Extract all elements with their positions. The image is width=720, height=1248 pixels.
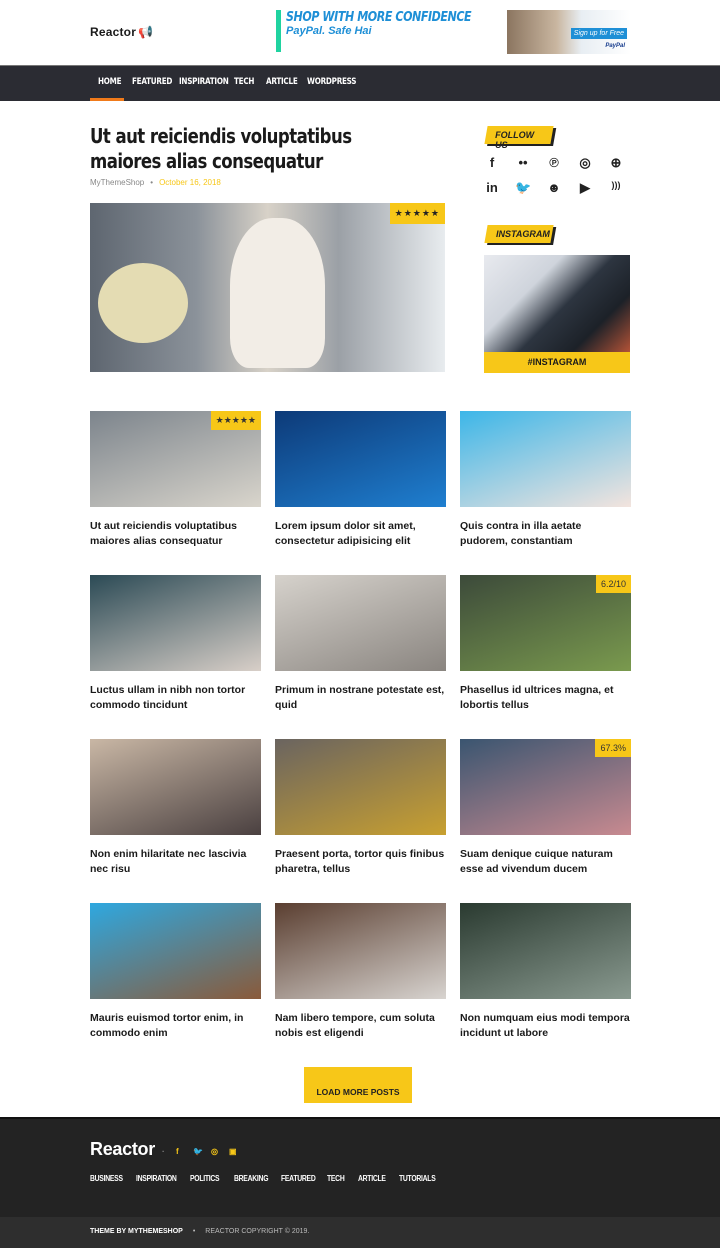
post-meta: MyThemeShop • October 16, 2018 bbox=[90, 178, 221, 187]
instagram-heading: INSTAGRAM bbox=[484, 225, 554, 243]
copyright: REACTOR COPYRIGHT © 2019. bbox=[205, 1228, 310, 1235]
post-card[interactable]: Luctus ullam in nibh non tortor commodo … bbox=[90, 575, 261, 713]
follow-us-heading: FOLLOW US bbox=[484, 126, 554, 150]
nav-wordpress[interactable]: WORDPRESS bbox=[307, 77, 357, 87]
post-title[interactable]: Praesent porta, tortor quis finibus phar… bbox=[275, 847, 446, 877]
post-card[interactable]: Mauris euismod tortor enim, in commodo e… bbox=[90, 903, 261, 1041]
post-title[interactable]: Quis contra in illa aetate pudorem, cons… bbox=[460, 519, 631, 549]
youtube-icon[interactable]: ▶ bbox=[577, 180, 593, 196]
post-card[interactable]: 67.3% Suam denique cuique naturam esse ad… bbox=[460, 739, 631, 877]
pinterest-icon[interactable]: ℗ bbox=[546, 155, 562, 170]
post-thumbnail[interactable] bbox=[90, 575, 261, 671]
post-card[interactable]: Praesent porta, tortor quis finibus phar… bbox=[275, 739, 446, 877]
post-card[interactable]: Non numquam eius modi tempora incidunt u… bbox=[460, 903, 631, 1041]
footer-nav-breaking[interactable]: BREAKING bbox=[234, 1174, 268, 1183]
post-card[interactable]: Non enim hilaritate nec lascivia nec ris… bbox=[90, 739, 261, 877]
date: October 16, 2018 bbox=[159, 178, 221, 187]
dribbble-icon[interactable]: ⊕ bbox=[608, 155, 624, 171]
flickr-icon[interactable]: •• bbox=[515, 155, 531, 170]
banner-ad[interactable]: SHOP WITH MORE CONFIDENCE PayPal. Safe H… bbox=[276, 10, 472, 52]
featured-image[interactable]: ★★★★★ bbox=[90, 203, 445, 372]
post-thumbnail[interactable] bbox=[275, 575, 446, 671]
post-card[interactable]: Quis contra in illa aetate pudorem, cons… bbox=[460, 411, 631, 549]
footer-nav-tech[interactable]: TECH bbox=[327, 1174, 345, 1183]
nav-featured[interactable]: FEATURED bbox=[132, 77, 172, 87]
twitter-icon[interactable]: 🐦 bbox=[515, 180, 531, 196]
instagram-tag[interactable]: #INSTAGRAM bbox=[484, 352, 630, 373]
instagram-widget[interactable]: #INSTAGRAM bbox=[484, 255, 630, 373]
post-card[interactable]: Primum in nostrane potestate est, quid bbox=[275, 575, 446, 713]
ad-headline: SHOP WITH MORE CONFIDENCE bbox=[286, 10, 472, 25]
nav-article[interactable]: ARTICLE bbox=[266, 77, 298, 87]
post-title[interactable]: Luctus ullam in nibh non tortor commodo … bbox=[90, 683, 261, 713]
footer-nav-inspiration[interactable]: INSPIRATION bbox=[136, 1174, 177, 1183]
site-logo[interactable]: Reactor 📢 bbox=[90, 25, 153, 39]
facebook-icon[interactable]: f bbox=[484, 155, 500, 170]
twitter-icon[interactable]: 🐦 bbox=[193, 1147, 203, 1156]
load-more-button[interactable]: LOAD MORE POSTS bbox=[304, 1067, 412, 1103]
ad-brand: PayPal bbox=[605, 43, 625, 49]
rating-stars: ★★★★★ bbox=[389, 203, 445, 224]
footer-nav-featured[interactable]: FEATURED bbox=[281, 1174, 316, 1183]
instagram-icon[interactable]: ◎ bbox=[577, 155, 593, 171]
post-title[interactable]: Phasellus id ultrices magna, et lobortis… bbox=[460, 683, 631, 713]
post-title[interactable]: Lorem ipsum dolor sit amet, consectetur … bbox=[275, 519, 446, 549]
copyright-bar: THEME BY MYTHEMESHOP • REACTOR COPYRIGHT ©… bbox=[0, 1217, 720, 1248]
post-thumbnail[interactable] bbox=[275, 411, 446, 507]
footer-nav-tutorials[interactable]: TUTORIALS bbox=[399, 1174, 436, 1183]
post-thumbnail[interactable] bbox=[90, 903, 261, 999]
active-indicator bbox=[90, 98, 124, 101]
post-card[interactable]: Lorem ipsum dolor sit amet, consectetur … bbox=[275, 411, 446, 549]
post-card[interactable]: ★★★★★ Ut aut reiciendis voluptatibus maio… bbox=[90, 411, 261, 549]
footer: Reactor · f 🐦 ◎ ▣ BUSINESS INSPIRATION POL… bbox=[0, 1117, 720, 1217]
instagram-icon[interactable]: ◎ bbox=[211, 1147, 218, 1156]
nav-inspiration[interactable]: INSPIRATION bbox=[179, 77, 229, 87]
github-icon[interactable]: ☻ bbox=[546, 180, 562, 195]
footer-logo[interactable]: Reactor bbox=[90, 1139, 155, 1160]
post-card[interactable]: 6.2/10 Phasellus id ultrices magna, et lo… bbox=[460, 575, 631, 713]
rating-badge: 67.3% bbox=[595, 739, 631, 757]
post-thumbnail[interactable] bbox=[90, 739, 261, 835]
post-thumbnail[interactable] bbox=[460, 411, 631, 507]
post-thumbnail[interactable] bbox=[275, 739, 446, 835]
ad-cta: Sign up for Free bbox=[570, 28, 627, 39]
youtube-icon[interactable]: ▣ bbox=[229, 1147, 237, 1156]
footer-nav-business[interactable]: BUSINESS bbox=[90, 1174, 123, 1183]
post-title[interactable]: Suam denique cuique naturam esse ad vive… bbox=[460, 847, 631, 877]
post-thumbnail[interactable]: 67.3% bbox=[460, 739, 631, 835]
theme-by[interactable]: THEME BY MYTHEMESHOP bbox=[90, 1228, 183, 1235]
featured-title[interactable]: Ut aut reiciendis voluptatibus maiores a… bbox=[90, 124, 421, 174]
dog bbox=[230, 218, 325, 368]
linkedin-icon[interactable]: in bbox=[484, 180, 500, 195]
rating-badge: ★★★★★ bbox=[210, 411, 261, 430]
nav-home[interactable]: HOME bbox=[98, 77, 122, 87]
post-thumbnail[interactable]: 6.2/10 bbox=[460, 575, 631, 671]
post-thumbnail[interactable] bbox=[460, 903, 631, 999]
post-title[interactable]: Nam libero tempore, cum soluta nobis est… bbox=[275, 1011, 446, 1041]
paypal-ad[interactable]: Sign up for Free PayPal bbox=[507, 10, 631, 54]
nav-tech[interactable]: TECH bbox=[234, 77, 254, 87]
pillow bbox=[98, 263, 188, 343]
post-thumbnail[interactable]: ★★★★★ bbox=[90, 411, 261, 507]
post-title[interactable]: Ut aut reiciendis voluptatibus maiores a… bbox=[90, 519, 261, 549]
footer-nav-article[interactable]: ARTICLE bbox=[358, 1174, 386, 1183]
rss-icon[interactable]: ))) bbox=[608, 180, 624, 190]
post-thumbnail[interactable] bbox=[275, 903, 446, 999]
post-title[interactable]: Mauris euismod tortor enim, in commodo e… bbox=[90, 1011, 261, 1041]
footer-nav-politics[interactable]: POLITICS bbox=[190, 1174, 220, 1183]
author[interactable]: MyThemeShop bbox=[90, 178, 144, 187]
rating-badge: 6.2/10 bbox=[595, 575, 631, 593]
post-title[interactable]: Non enim hilaritate nec lascivia nec ris… bbox=[90, 847, 261, 877]
megaphone-icon: 📢 bbox=[138, 25, 154, 39]
post-title[interactable]: Primum in nostrane potestate est, quid bbox=[275, 683, 446, 713]
ad-subline: PayPal. Safe Hai bbox=[286, 25, 372, 37]
facebook-icon[interactable]: f bbox=[176, 1147, 179, 1156]
post-title[interactable]: Non numquam eius modi tempora incidunt u… bbox=[460, 1011, 631, 1041]
post-card[interactable]: Nam libero tempore, cum soluta nobis est… bbox=[275, 903, 446, 1041]
main-nav: HOME FEATURED INSPIRATION TECH ARTICLE W… bbox=[0, 65, 720, 101]
